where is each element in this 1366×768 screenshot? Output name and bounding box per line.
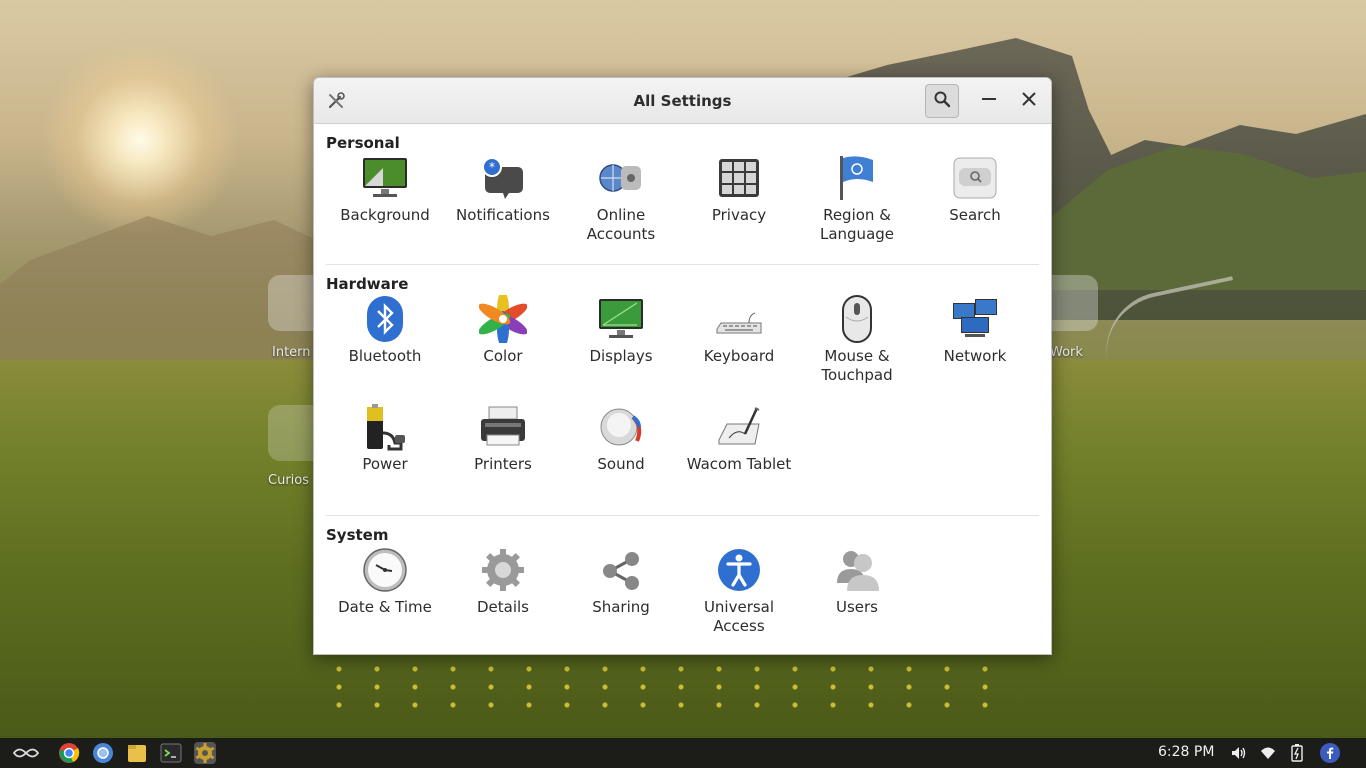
settings-item-label: Privacy — [711, 206, 767, 224]
settings-item-label: Notifications — [456, 206, 550, 224]
desktop-icon-curiosity-label: Curios — [268, 473, 309, 488]
settings-item-label: Universal Access — [703, 598, 775, 635]
settings-item-label: Network — [943, 347, 1007, 365]
minimize-icon — [981, 91, 997, 111]
settings-item-label: Displays — [589, 347, 653, 365]
settings-item-label: Color — [483, 347, 523, 365]
users-icon — [833, 546, 881, 594]
printer-icon — [479, 403, 527, 451]
search-button[interactable] — [925, 84, 959, 118]
launcher-icon[interactable] — [12, 742, 40, 764]
settings-window: All Settings Personal Background * Notif… — [313, 77, 1052, 655]
terminal-icon[interactable] — [160, 742, 182, 764]
settings-item-label: Background — [340, 206, 430, 224]
files-icon[interactable] — [126, 742, 148, 764]
section-title-personal: Personal — [326, 134, 400, 152]
desktop-icon-internet-label: Intern — [272, 345, 311, 360]
settings-item-mouse-touchpad[interactable]: Mouse & Touchpad — [798, 295, 916, 403]
settings-item-label: Region & Language — [819, 206, 895, 243]
notifications-icon: * — [479, 154, 527, 202]
settings-item-wacom-tablet[interactable]: Wacom Tablet — [680, 403, 798, 511]
settings-item-date-time[interactable]: Date & Time — [326, 546, 444, 654]
settings-item-keyboard[interactable]: Keyboard — [680, 295, 798, 403]
bluetooth-icon — [361, 295, 409, 343]
sound-icon — [597, 403, 645, 451]
settings-item-region-language[interactable]: Region & Language — [798, 154, 916, 262]
settings-item-label: Details — [476, 598, 529, 616]
minimize-button[interactable] — [972, 84, 1006, 118]
settings-item-displays[interactable]: Displays — [562, 295, 680, 403]
settings-item-details[interactable]: Details — [444, 546, 562, 654]
region-language-icon — [833, 154, 881, 202]
section-hardware: Hardware Bluetooth Color Displays Keyboa… — [326, 265, 1039, 516]
settings-item-label: Users — [835, 598, 878, 616]
settings-item-printers[interactable]: Printers — [444, 403, 562, 511]
settings-item-label: Date & Time — [338, 598, 432, 616]
settings-item-power[interactable]: Power — [326, 403, 444, 511]
close-button[interactable] — [1012, 84, 1046, 118]
color-icon — [479, 295, 527, 343]
background-icon — [361, 154, 409, 202]
settings-item-background[interactable]: Background — [326, 154, 444, 262]
settings-item-online-accounts[interactable]: Online Accounts — [562, 154, 680, 262]
settings-item-color[interactable]: Color — [444, 295, 562, 403]
settings-item-universal-access[interactable]: Universal Access — [680, 546, 798, 654]
clock-icon — [361, 546, 409, 594]
settings-item-label: Sound — [597, 455, 645, 473]
universal-access-icon — [715, 546, 763, 594]
displays-icon — [597, 295, 645, 343]
settings-item-users[interactable]: Users — [798, 546, 916, 654]
settings-item-label: Bluetooth — [348, 347, 422, 365]
settings-item-bluetooth[interactable]: Bluetooth — [326, 295, 444, 403]
settings-item-label: Mouse & Touchpad — [821, 347, 893, 384]
search-settings-icon — [951, 154, 999, 202]
settings-icon[interactable] — [194, 742, 216, 764]
section-title-system: System — [326, 526, 389, 544]
details-gear-icon — [479, 546, 527, 594]
volume-icon[interactable] — [1230, 744, 1248, 762]
svg-text:*: * — [489, 160, 495, 174]
settings-item-search[interactable]: Search — [916, 154, 1034, 262]
battery-icon[interactable] — [1290, 744, 1304, 762]
power-icon — [361, 403, 409, 451]
titlebar[interactable]: All Settings — [314, 78, 1051, 124]
sharing-icon — [597, 546, 645, 594]
section-system: System Date & Time Details Sharing Unive… — [326, 516, 1039, 654]
clock[interactable]: 6:28 PM — [1158, 744, 1214, 760]
network-icon — [951, 295, 999, 343]
chromium-icon[interactable] — [92, 742, 114, 764]
mouse-icon — [833, 295, 881, 343]
settings-item-label: Power — [362, 455, 408, 473]
taskbar: 6:28 PM — [0, 738, 1366, 768]
chrome-icon[interactable] — [58, 742, 80, 764]
settings-item-label: Printers — [474, 455, 532, 473]
settings-item-label: Wacom Tablet — [686, 455, 792, 473]
settings-item-notifications[interactable]: * Notifications — [444, 154, 562, 262]
settings-item-label: Online Accounts — [586, 206, 656, 243]
wifi-icon[interactable] — [1259, 744, 1277, 762]
desktop-icon-work-label: Work — [1050, 345, 1083, 360]
settings-item-privacy[interactable]: Privacy — [680, 154, 798, 262]
facebook-icon[interactable] — [1320, 743, 1340, 763]
settings-item-label: Keyboard — [703, 347, 775, 365]
online-accounts-icon — [597, 154, 645, 202]
settings-item-label: Sharing — [592, 598, 650, 616]
section-personal: Personal Background * Notifications Onli… — [326, 124, 1039, 265]
settings-item-network[interactable]: Network — [916, 295, 1034, 403]
section-title-hardware: Hardware — [326, 275, 409, 293]
wacom-tablet-icon — [715, 403, 763, 451]
close-icon — [1021, 91, 1037, 111]
keyboard-icon — [715, 295, 763, 343]
settings-item-label: Search — [949, 206, 1001, 224]
search-icon — [933, 90, 951, 112]
settings-item-sharing[interactable]: Sharing — [562, 546, 680, 654]
settings-item-sound[interactable]: Sound — [562, 403, 680, 511]
privacy-icon — [715, 154, 763, 202]
